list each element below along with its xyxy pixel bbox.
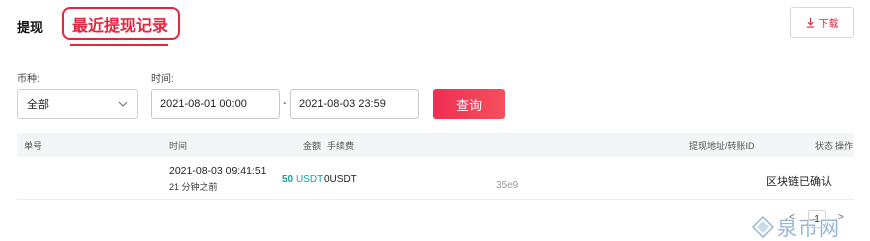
next-page-button[interactable]: > (838, 212, 844, 223)
row-fee: 0USDT (324, 174, 357, 185)
page-number-button[interactable]: 1 (808, 210, 826, 228)
header-status: 状态 (815, 141, 834, 151)
header-order-no: 单号 (24, 141, 43, 151)
end-date-input[interactable]: 2021-08-03 23:59 (290, 89, 419, 119)
row-amount-unit: USDT (296, 174, 324, 185)
chevron-down-icon (118, 101, 128, 107)
download-label: 下载 (818, 19, 839, 30)
row-divider (17, 199, 854, 200)
watermark-logo-icon (752, 215, 774, 238)
query-button[interactable]: 查询 (433, 89, 505, 119)
currency-select-value: 全部 (27, 99, 49, 111)
header-fee: 手续费 (327, 141, 355, 151)
prev-page-button[interactable]: < (789, 212, 795, 223)
header-action: 操作 (835, 141, 854, 151)
currency-select[interactable]: 全部 (17, 89, 138, 119)
time-label: 时间: (151, 74, 174, 85)
tab-withdraw[interactable]: 提现 (17, 17, 43, 36)
download-button[interactable]: 下载 (790, 7, 854, 38)
query-label: 查询 (455, 97, 482, 113)
currency-label: 币种: (17, 74, 40, 85)
row-relative-time: 21 分钟之前 (169, 182, 218, 192)
site-watermark: 泉币网 (752, 212, 840, 241)
end-date-value: 2021-08-03 23:59 (299, 98, 386, 110)
tab-active-underline (70, 44, 168, 46)
tab-bar: 提现 最近提现记录 (0, 0, 870, 48)
header-address-txid: 提现地址/转账ID (689, 141, 755, 151)
row-txid-fragment[interactable]: 35e9 (496, 180, 518, 191)
start-date-value: 2021-08-01 00:00 (160, 98, 247, 110)
start-date-input[interactable]: 2021-08-01 00:00 (151, 89, 280, 119)
row-status: 区块链已确认 (766, 176, 832, 188)
tab-recent-records[interactable]: 最近提现记录 (72, 12, 168, 36)
download-icon (806, 17, 814, 28)
date-range-separator: - (283, 97, 287, 109)
header-time: 时间 (169, 141, 188, 151)
row-time: 2021-08-03 09:41:51 (169, 165, 267, 177)
row-amount: 50 (282, 174, 294, 185)
page-number-label: 1 (814, 213, 820, 225)
header-amount: 金额 (303, 141, 322, 151)
